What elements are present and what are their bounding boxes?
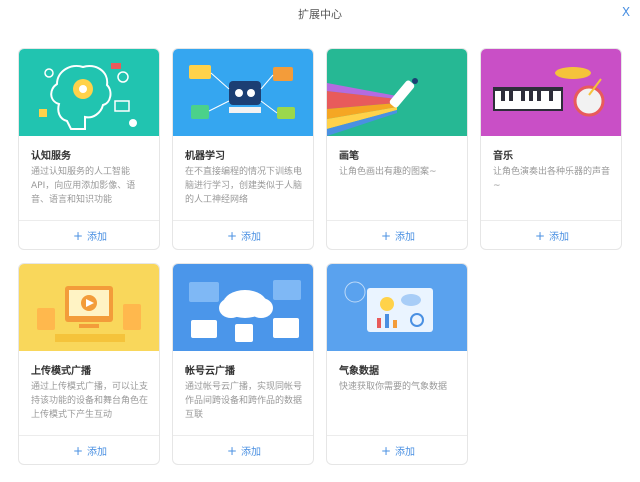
card-description: 让角色画出有趣的图案~ [339,167,437,177]
add-label: 添加 [87,232,108,243]
plus-icon: + [72,444,84,458]
extension-card-upload-broadcast[interactable]: 上传模式广播 通过上传模式广播，可以让支持该功能的设备和舞台角色在上传模式下产生… [18,263,160,465]
add-label: 添加 [241,447,262,458]
card-title: 认知服务 [31,151,71,162]
plus-icon: + [226,229,238,243]
card-title: 气象数据 [339,366,379,377]
close-button[interactable]: X [618,4,634,20]
plus-icon: + [534,229,546,243]
add-button[interactable]: + 添加 [19,220,159,249]
card-title: 帐号云广播 [185,366,235,377]
plus-icon: + [72,229,84,243]
add-button[interactable]: + 添加 [481,220,621,249]
extension-card-weather[interactable]: 气象数据 快速获取你需要的气象数据 + 添加 [326,263,468,465]
add-label: 添加 [241,232,262,243]
card-description: 在不直接编程的情况下训练电脑进行学习，创建类似于人脑的人工神经网络 [185,167,303,205]
extension-card-machine-learning[interactable]: 机器学习 在不直接编程的情况下训练电脑进行学习，创建类似于人脑的人工神经网络 +… [172,48,314,250]
add-button[interactable]: + 添加 [173,220,313,249]
plus-icon: + [226,444,238,458]
weather-thumbnail [327,264,467,351]
dialog-header: 扩展中心 X [0,0,640,28]
card-description: 通过认知服务的人工智能API，向应用添加影像、语音、语言和知识功能 [31,167,136,205]
card-description: 通过帐号云广播，实现同帐号作品间跨设备和跨作品的数据互联 [185,382,303,420]
add-label: 添加 [87,447,108,458]
add-label: 添加 [395,447,416,458]
card-title: 画笔 [339,151,359,162]
cloud-broadcast-thumbnail [173,264,313,351]
plus-icon: + [380,444,392,458]
extension-card-music[interactable]: 音乐 让角色演奏出各种乐器的声音~ + 添加 [480,48,622,250]
card-description: 让角色演奏出各种乐器的声音~ [493,167,611,191]
card-description: 通过上传模式广播，可以让支持该功能的设备和舞台角色在上传模式下产生互动 [31,382,149,420]
pen-thumbnail [327,49,467,136]
add-button[interactable]: + 添加 [327,435,467,464]
cloud-icon [173,264,313,351]
broadcast-icon [19,264,159,351]
extension-card-cognitive[interactable]: 认知服务 通过认知服务的人工智能API，向应用添加影像、语音、语言和知识功能 +… [18,48,160,250]
upload-broadcast-thumbnail [19,264,159,351]
card-title: 音乐 [493,151,513,162]
cognitive-thumbnail [19,49,159,136]
keyboard-icon [481,49,621,136]
add-label: 添加 [395,232,416,243]
music-thumbnail [481,49,621,136]
machine-learning-thumbnail [173,49,313,136]
card-title: 机器学习 [185,151,225,162]
brain-icon [19,49,159,136]
card-title: 上传模式广播 [31,366,91,377]
extension-card-pen[interactable]: 画笔 让角色画出有趣的图案~ + 添加 [326,48,468,250]
dialog-title: 扩展中心 [298,8,342,21]
extension-card-cloud-broadcast[interactable]: 帐号云广播 通过帐号云广播，实现同帐号作品间跨设备和跨作品的数据互联 + 添加 [172,263,314,465]
add-button[interactable]: + 添加 [327,220,467,249]
add-label: 添加 [549,232,570,243]
add-button[interactable]: + 添加 [173,435,313,464]
plus-icon: + [380,229,392,243]
add-button[interactable]: + 添加 [19,435,159,464]
card-description: 快速获取你需要的气象数据 [339,382,448,392]
robot-icon [173,49,313,136]
weather-icon [327,264,467,351]
pen-icon [327,49,467,136]
